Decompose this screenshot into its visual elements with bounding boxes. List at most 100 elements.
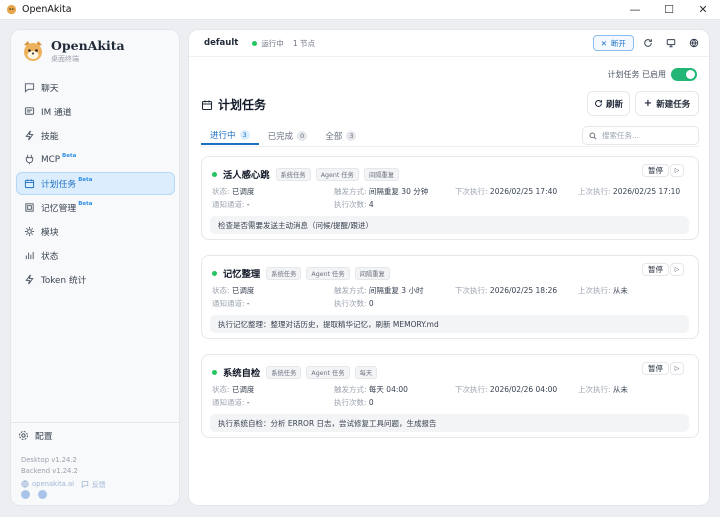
running-status: 运行中 bbox=[261, 38, 284, 48]
pause-button[interactable]: 暂停 bbox=[642, 362, 669, 375]
tab-all[interactable]: 全部 3 bbox=[316, 127, 365, 145]
beta-badge: Beta bbox=[78, 201, 93, 207]
close-icon: ✕ bbox=[600, 38, 607, 48]
task-name: 活人感心跳 bbox=[223, 170, 270, 181]
tab-label: 已完成 bbox=[267, 132, 294, 142]
github-icon[interactable] bbox=[21, 490, 30, 499]
feedback-icon bbox=[81, 480, 89, 488]
sidebar-item-chat[interactable]: 聊天 bbox=[16, 76, 175, 99]
close-window-button[interactable]: ✕ bbox=[686, 0, 720, 20]
task-status-dot bbox=[212, 369, 217, 375]
running-status-dot bbox=[252, 40, 258, 46]
task-status-dot bbox=[212, 171, 217, 177]
sidebar-item-label: IM 通道 bbox=[41, 108, 72, 118]
tab-label: 全部 bbox=[325, 132, 343, 142]
task-status-field: 状态: 已调度 bbox=[212, 385, 255, 394]
feedback-link[interactable]: 反馈 bbox=[92, 479, 106, 489]
task-card: 活人感心跳 系统任务 Agent 任务 间隔重复 暂停 ▷ 状态: 已调度 触发… bbox=[201, 156, 699, 240]
task-channel-value: - bbox=[246, 299, 250, 308]
globe-icon[interactable] bbox=[685, 34, 703, 52]
window-title: OpenAkita bbox=[22, 4, 72, 15]
run-now-button[interactable]: ▷ bbox=[670, 362, 684, 375]
task-tag: Agent 任务 bbox=[306, 365, 350, 379]
brand-logo-icon bbox=[24, 41, 42, 61]
maximize-button[interactable]: ☐ bbox=[652, 0, 686, 20]
task-search-input[interactable]: 搜索任务... bbox=[582, 126, 699, 145]
sidebar-item-label: 计划任务 bbox=[41, 180, 77, 190]
site-link[interactable]: openakita.ai bbox=[32, 480, 74, 488]
calendar-icon bbox=[201, 99, 213, 111]
sidebar-item-token-stats[interactable]: Token 统计 bbox=[16, 268, 175, 291]
task-channel-field: 通知通道: - bbox=[212, 398, 250, 407]
task-card: 系统自检 系统任务 Agent 任务 每天 暂停 ▷ 状态: 已调度 触发方式:… bbox=[201, 354, 699, 438]
monitor-icon[interactable] bbox=[662, 34, 680, 52]
run-now-button[interactable]: ▷ bbox=[670, 164, 684, 177]
beta-badge: Beta bbox=[78, 177, 93, 183]
top-bar: default 运行中 1 节点 ✕ 断开 bbox=[189, 30, 709, 57]
task-last-run-value: 2026/02/25 17:10 bbox=[612, 187, 681, 196]
sidebar-item-memory[interactable]: 记忆管理 Beta bbox=[16, 196, 175, 219]
sidebar-item-im[interactable]: IM 通道 bbox=[16, 100, 175, 123]
pause-button[interactable]: 暂停 bbox=[642, 164, 669, 177]
task-trigger-value: 间隔重复 30 分钟 bbox=[368, 187, 429, 196]
refresh-label: 刷新 bbox=[605, 99, 623, 110]
task-description: 执行系统自检：分析 ERROR 日志，尝试修复工具问题，生成报告 bbox=[210, 414, 689, 432]
settings-label: 配置 bbox=[35, 432, 53, 442]
tab-label: 进行中 bbox=[210, 131, 236, 141]
status-icon bbox=[24, 250, 35, 261]
refresh-button[interactable]: 刷新 bbox=[587, 91, 630, 116]
tabs-divider bbox=[201, 146, 699, 147]
sidebar-item-mcp[interactable]: MCP Beta bbox=[16, 148, 175, 171]
new-task-button[interactable]: + 新建任务 bbox=[635, 91, 699, 116]
sidebar-item-skills[interactable]: 技能 bbox=[16, 124, 175, 147]
sidebar-item-status[interactable]: 状态 bbox=[16, 244, 175, 267]
sidebar-item-label: 技能 bbox=[41, 132, 59, 142]
sidebar-item-label: 状态 bbox=[41, 252, 59, 262]
module-icon bbox=[24, 226, 35, 237]
globe-icon bbox=[21, 480, 29, 488]
discord-icon[interactable] bbox=[38, 490, 47, 499]
task-next-run-value: 2026/02/26 04:00 bbox=[489, 385, 558, 394]
sidebar-item-label: 模块 bbox=[41, 228, 59, 238]
task-tag: Agent 任务 bbox=[306, 266, 350, 280]
tab-active[interactable]: 进行中 3 bbox=[201, 127, 259, 145]
memory-icon bbox=[24, 202, 35, 213]
task-card-header: 记忆整理 系统任务 Agent 任务 间隔重复 bbox=[212, 266, 395, 280]
disconnect-button[interactable]: ✕ 断开 bbox=[592, 35, 634, 51]
task-status-value: 已调度 bbox=[231, 187, 255, 196]
gear-icon bbox=[18, 430, 29, 441]
calendar-icon bbox=[24, 178, 35, 189]
sidebar-item-scheduled-tasks[interactable]: 计划任务 Beta bbox=[16, 172, 175, 195]
tab-completed[interactable]: 已完成 0 bbox=[259, 127, 317, 145]
task-next-run-value: 2026/02/25 17:40 bbox=[489, 187, 558, 196]
task-status-value: 已调度 bbox=[231, 286, 255, 295]
token-icon bbox=[24, 274, 35, 285]
sidebar-item-label: Token 统计 bbox=[41, 276, 87, 286]
settings-item[interactable]: 配置 bbox=[18, 429, 179, 442]
message-icon bbox=[24, 106, 35, 117]
page-title-text: 计划任务 bbox=[218, 98, 267, 112]
task-next-run-field: 下次执行: 2026/02/26 04:00 bbox=[455, 385, 558, 394]
main-panel: default 运行中 1 节点 ✕ 断开 计划任务 已启用 计划任务 刷新 +… bbox=[188, 29, 710, 506]
task-next-run-field: 下次执行: 2026/02/25 17:40 bbox=[455, 187, 558, 196]
minimize-button[interactable]: — bbox=[618, 0, 652, 20]
chat-icon bbox=[24, 82, 35, 93]
desktop-version: Desktop v1.24.2 bbox=[21, 456, 77, 464]
task-name: 记忆整理 bbox=[223, 269, 261, 280]
sidebar: OpenAkita 桌面终端 聊天 IM 通道 技能 MCP Beta 计划任务… bbox=[10, 29, 180, 506]
pause-button[interactable]: 暂停 bbox=[642, 263, 669, 276]
task-run-count-value: 0 bbox=[368, 398, 374, 407]
reload-icon[interactable] bbox=[639, 34, 657, 52]
sidebar-footer: 配置 bbox=[11, 422, 179, 442]
task-last-run-field: 上次执行: 从未 bbox=[578, 385, 628, 394]
task-card-header: 系统自检 系统任务 Agent 任务 每天 bbox=[212, 365, 382, 379]
run-now-button[interactable]: ▷ bbox=[670, 263, 684, 276]
workspace-name[interactable]: default bbox=[204, 38, 238, 48]
task-status-field: 状态: 已调度 bbox=[212, 187, 255, 196]
sidebar-item-modules[interactable]: 模块 bbox=[16, 220, 175, 243]
task-name: 系统自检 bbox=[223, 368, 261, 379]
search-icon bbox=[589, 131, 597, 140]
scheduler-toggle[interactable] bbox=[671, 68, 697, 81]
task-channel-field: 通知通道: - bbox=[212, 299, 250, 308]
task-trigger-field: 触发方式: 每天 04:00 bbox=[334, 385, 408, 394]
